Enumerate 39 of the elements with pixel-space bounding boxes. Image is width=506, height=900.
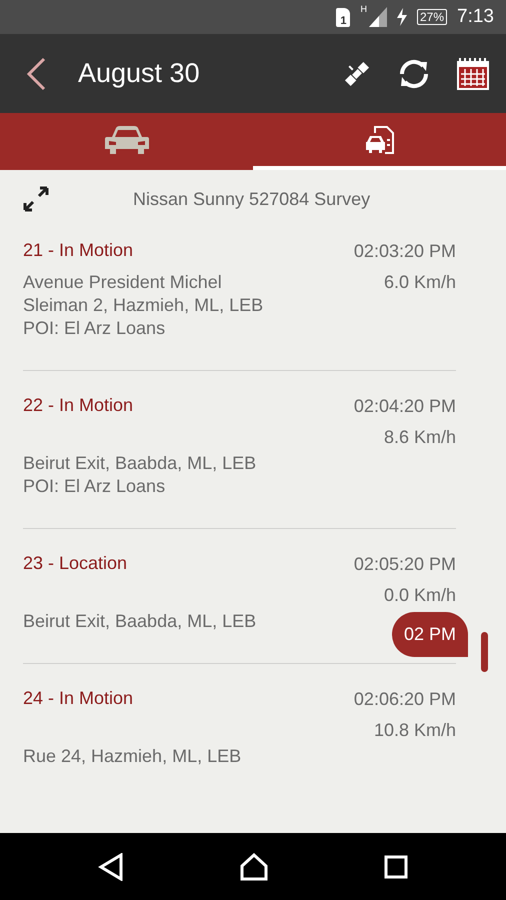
battery-level: 27% [416, 9, 448, 25]
toolbar-title: August 30 [78, 58, 201, 89]
entry-speed: 6.0 Km/h [382, 271, 456, 294]
history-entry[interactable]: 24 - In Motion 02:06:20 PM Rue 24, Hazmieh, ML, LEB 10.8 Km/h [23, 676, 456, 768]
recents-nav-icon[interactable] [384, 854, 408, 878]
entry-title: 23 - Location [23, 553, 128, 575]
network-type: H [360, 4, 367, 14]
home-nav-icon[interactable] [238, 852, 269, 880]
car-icon [104, 124, 150, 154]
car-document-icon [364, 124, 396, 156]
scroll-thumb[interactable] [481, 632, 488, 672]
scroll-bubble: 02 PM [392, 612, 468, 657]
entry-title: 21 - In Motion [23, 240, 134, 262]
clock: 7:13 [457, 6, 494, 28]
entry-speed: 0.0 Km/h [382, 584, 456, 607]
entry-poi: POI: El Arz Loans [23, 475, 166, 498]
entry-title: 24 - In Motion [23, 688, 134, 710]
back-button[interactable] [26, 56, 46, 90]
entry-address: Avenue President Michel Sleiman 2, Hazmieh, ML, LEB [23, 271, 264, 317]
charging-icon [396, 8, 407, 26]
entry-time: 02:06:20 PM [354, 688, 456, 711]
entry-speed: 10.8 Km/h [372, 719, 456, 742]
entry-time: 02:04:20 PM [354, 395, 456, 418]
entry-address: Rue 24, Hazmieh, ML, LEB [23, 745, 242, 768]
entry-time: 02:03:20 PM [354, 240, 456, 263]
history-entry[interactable]: 22 - In Motion 02:04:20 PM Beirut Exit, Baabda, ML, LEB POI: El Arz Loans 8.6 Km/h [23, 383, 456, 529]
entry-poi: POI: El Arz Loans [23, 317, 166, 340]
entry-title: 22 - In Motion [23, 395, 134, 417]
entry-address: Beirut Exit, Baabda, ML, LEB [23, 610, 258, 633]
signal-icon [368, 7, 387, 27]
calendar-button[interactable] [456, 56, 490, 90]
entry-address: Beirut Exit, Baabda, ML, LEB [23, 452, 258, 475]
expand-icon[interactable] [23, 186, 49, 212]
vehicle-name: Nissan Sunny 527084 Survey [133, 188, 370, 210]
history-entry[interactable]: 21 - In Motion 02:03:20 PM Avenue President Michel Sleiman 2, Hazmieh, ML, LEB POI: El Arz Loans 6.0 Km/h [23, 228, 456, 371]
entry-speed: 8.6 Km/h [382, 426, 456, 449]
entry-time: 02:05:20 PM [354, 553, 456, 576]
back-nav-icon[interactable] [98, 852, 124, 880]
sim-icon: 1 [336, 8, 350, 26]
